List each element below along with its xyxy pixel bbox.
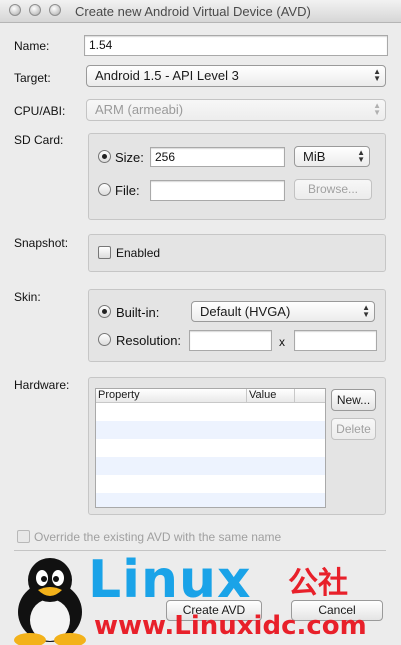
- cpu-abi-select[interactable]: ARM (armeabi) ▲ ▼: [86, 99, 386, 121]
- delete-property-button[interactable]: Delete: [331, 418, 376, 440]
- new-property-button[interactable]: New...: [331, 389, 376, 411]
- table-row[interactable]: [96, 493, 325, 507]
- sd-card-label: SD Card:: [14, 133, 64, 147]
- skin-label: Skin:: [14, 290, 41, 304]
- target-select-value: Android 1.5 - API Level 3: [95, 68, 239, 83]
- value-column-header[interactable]: Value: [247, 389, 295, 403]
- watermark-logo-cjk: 公社: [288, 566, 348, 601]
- resolution-width-input[interactable]: [189, 330, 272, 351]
- cpu-abi-select-value: ARM (armeabi): [95, 102, 184, 117]
- sd-size-radio[interactable]: [98, 150, 111, 163]
- sd-size-input[interactable]: 256: [150, 147, 285, 167]
- sd-file-radio[interactable]: [98, 183, 111, 196]
- window-title: Create new Android Virtual Device (AVD): [75, 4, 311, 19]
- watermark-logo-text: Linux: [88, 550, 252, 610]
- override-label: Override the existing AVD with the same …: [34, 530, 282, 544]
- zoom-window-button[interactable]: [49, 4, 61, 16]
- table-row[interactable]: [96, 475, 325, 493]
- skin-group: [88, 289, 386, 362]
- property-column-header[interactable]: Property: [96, 389, 247, 403]
- updown-arrows-icon: ▲ ▼: [357, 148, 365, 164]
- table-row[interactable]: [96, 403, 325, 421]
- override-checkbox[interactable]: [17, 530, 30, 543]
- empty-column-header: [295, 389, 325, 403]
- updown-arrows-icon: ▲ ▼: [373, 101, 381, 117]
- name-input[interactable]: 1.54: [84, 35, 388, 56]
- snapshot-enabled-label: Enabled: [116, 246, 161, 260]
- skin-resolution-label: Resolution:: [116, 333, 182, 348]
- sd-size-unit-value: MiB: [303, 149, 326, 164]
- skin-builtin-radio[interactable]: [98, 305, 111, 318]
- skin-builtin-label: Built-in:: [116, 305, 160, 320]
- browse-button[interactable]: Browse...: [294, 179, 372, 200]
- skin-resolution-radio[interactable]: [98, 333, 111, 346]
- resolution-height-input[interactable]: [294, 330, 377, 351]
- snapshot-label: Snapshot:: [14, 236, 69, 250]
- sd-size-unit-select[interactable]: MiB ▲ ▼: [294, 146, 370, 167]
- snapshot-enabled-checkbox[interactable]: [98, 246, 111, 259]
- skin-builtin-value: Default (HVGA): [200, 304, 291, 319]
- resolution-x-separator: x: [279, 335, 285, 349]
- table-row[interactable]: [96, 421, 325, 439]
- updown-arrows-icon: ▲ ▼: [362, 303, 370, 319]
- cpu-abi-label: CPU/ABI:: [14, 104, 66, 118]
- sd-size-label: Size:: [115, 150, 144, 165]
- close-window-button[interactable]: [9, 4, 21, 16]
- updown-arrows-icon: ▲ ▼: [373, 67, 381, 83]
- hardware-label: Hardware:: [14, 378, 70, 392]
- minimize-window-button[interactable]: [29, 4, 41, 16]
- table-row[interactable]: [96, 439, 325, 457]
- skin-builtin-select[interactable]: Default (HVGA) ▲ ▼: [191, 301, 375, 322]
- sd-file-label: File:: [115, 183, 140, 198]
- target-select[interactable]: Android 1.5 - API Level 3 ▲ ▼: [86, 65, 386, 87]
- table-row[interactable]: [96, 457, 325, 475]
- name-label: Name:: [14, 39, 50, 53]
- sd-file-input[interactable]: [150, 180, 285, 201]
- watermark-url: www.Linuxidc.com: [94, 611, 367, 641]
- target-label: Target:: [14, 71, 51, 85]
- hardware-table[interactable]: Property Value: [95, 388, 326, 508]
- title-bar: Create new Android Virtual Device (AVD): [0, 0, 401, 23]
